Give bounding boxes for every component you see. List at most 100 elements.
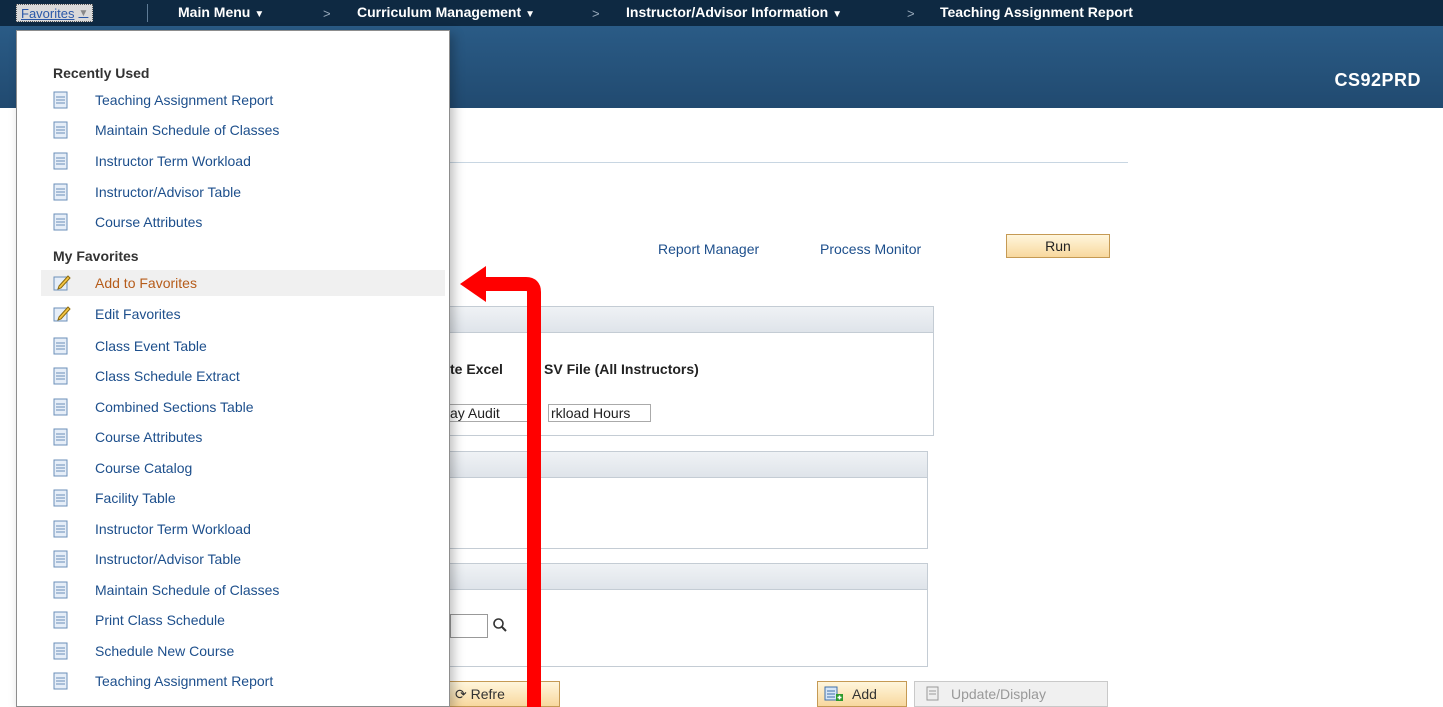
favorites-label[interactable]: Favorites xyxy=(21,6,74,21)
favorite-item-label[interactable]: Class Schedule Extract xyxy=(95,368,240,384)
nav-divider xyxy=(147,4,148,22)
favorite-item[interactable]: Facility Table xyxy=(41,485,445,511)
update-display-label: Update/Display xyxy=(951,686,1046,702)
refresh-label: Refre xyxy=(470,686,505,702)
favorite-item[interactable]: Course Catalog xyxy=(41,455,445,481)
divider xyxy=(450,162,1128,163)
recent-item[interactable]: Instructor Term Workload xyxy=(41,148,445,174)
favorite-item-label[interactable]: Print Class Schedule xyxy=(95,612,225,628)
audit-checkbox-label-2[interactable]: rkload Hours xyxy=(548,404,651,422)
report-manager-link[interactable]: Report Manager xyxy=(658,241,759,257)
favorite-item-label[interactable]: Course Attributes xyxy=(95,429,202,445)
breadcrumb-instructor-info-label[interactable]: Instructor/Advisor Information xyxy=(626,4,828,20)
pencil-icon xyxy=(53,305,71,323)
page-icon xyxy=(53,367,69,385)
favorite-item-label[interactable]: Class Event Table xyxy=(95,338,207,354)
breadcrumb-curriculum-label[interactable]: Curriculum Management xyxy=(357,4,521,20)
recent-item-label[interactable]: Course Attributes xyxy=(95,214,202,230)
favorite-item[interactable]: Class Event Table xyxy=(41,333,445,359)
favorite-item[interactable]: Combined Sections Table xyxy=(41,394,445,420)
breadcrumb-curriculum[interactable]: Curriculum Management ▼ xyxy=(357,4,535,20)
favorite-item[interactable]: Course Attributes xyxy=(41,424,445,450)
recent-item-label[interactable]: Maintain Schedule of Classes xyxy=(95,122,279,138)
page-icon xyxy=(53,489,69,507)
page-icon xyxy=(53,581,69,599)
page-icon xyxy=(53,121,69,139)
update-display-button[interactable]: Update/Display xyxy=(914,681,1108,707)
add-to-favorites-item[interactable]: Add to Favorites xyxy=(41,270,445,296)
refresh-icon: ⟳ xyxy=(455,686,467,702)
main-menu[interactable]: Main Menu ▼ xyxy=(178,4,264,20)
chevron-down-icon[interactable]: ▼ xyxy=(78,8,88,19)
recent-item-label[interactable]: Instructor/Advisor Table xyxy=(95,184,241,200)
chevron-down-icon[interactable]: ▼ xyxy=(832,9,842,20)
favorite-item[interactable]: Class Schedule Extract xyxy=(41,363,445,389)
top-nav-bar: Favorites ▼ Main Menu ▼ > Curriculum Mana… xyxy=(0,0,1443,26)
run-button[interactable]: Run xyxy=(1006,234,1110,258)
page-icon xyxy=(53,642,69,660)
favorite-item-label[interactable]: Schedule New Course xyxy=(95,643,234,659)
recent-item[interactable]: Course Attributes xyxy=(41,209,445,235)
recent-item[interactable]: Maintain Schedule of Classes xyxy=(41,117,445,143)
favorite-item[interactable]: Schedule New Course xyxy=(41,638,445,664)
favorite-item-label[interactable]: Course Catalog xyxy=(95,460,192,476)
page-icon xyxy=(53,337,69,355)
recent-item-label[interactable]: Teaching Assignment Report xyxy=(95,92,273,108)
lookup-input[interactable] xyxy=(450,614,488,638)
recent-item[interactable]: Teaching Assignment Report xyxy=(41,87,445,113)
breadcrumb-instructor-info[interactable]: Instructor/Advisor Information ▼ xyxy=(626,4,842,20)
pencil-icon xyxy=(53,274,71,292)
process-monitor-link[interactable]: Process Monitor xyxy=(820,241,921,257)
search-panel xyxy=(440,563,928,667)
page-icon xyxy=(53,611,69,629)
my-favorites-heading: My Favorites xyxy=(53,248,139,264)
update-icon xyxy=(926,686,939,701)
breadcrumb-arrow-icon: > xyxy=(592,6,600,21)
panel-header xyxy=(441,564,927,590)
chevron-down-icon[interactable]: ▼ xyxy=(525,9,535,20)
audit-checkbox-label[interactable]: ay Audit xyxy=(447,404,537,422)
breadcrumb-arrow-icon: > xyxy=(323,6,331,21)
refresh-button[interactable]: ⟳ Refre xyxy=(442,681,560,707)
add-label: Add xyxy=(852,686,877,702)
favorite-item[interactable]: Teaching Assignment Report xyxy=(41,668,445,694)
favorite-item[interactable]: Print Class Schedule xyxy=(41,607,445,633)
favorite-item-label[interactable]: Maintain Schedule of Classes xyxy=(95,582,279,598)
panel-header xyxy=(441,307,933,333)
recently-used-heading: Recently Used xyxy=(53,65,150,81)
favorite-item-label[interactable]: Facility Table xyxy=(95,490,176,506)
main-menu-label[interactable]: Main Menu xyxy=(178,4,250,20)
panel-header xyxy=(441,452,927,478)
page-icon xyxy=(53,398,69,416)
recent-item[interactable]: Instructor/Advisor Table xyxy=(41,179,445,205)
add-button[interactable]: Add xyxy=(817,681,907,707)
favorite-item-label[interactable]: Combined Sections Table xyxy=(95,399,254,415)
favorite-item-label[interactable]: Teaching Assignment Report xyxy=(95,673,273,689)
favorite-item-label[interactable]: Instructor Term Workload xyxy=(95,521,251,537)
add-to-favorites-label[interactable]: Add to Favorites xyxy=(95,275,197,291)
recent-item-label[interactable]: Instructor Term Workload xyxy=(95,153,251,169)
page-icon xyxy=(53,550,69,568)
breadcrumb-current-page: Teaching Assignment Report xyxy=(940,4,1133,20)
breadcrumb-arrow-icon: > xyxy=(907,6,915,21)
output-option-text-2: SV File (All Instructors) xyxy=(544,361,699,377)
page-icon xyxy=(53,428,69,446)
parameters-panel xyxy=(440,451,928,549)
favorite-item[interactable]: Instructor/Advisor Table xyxy=(41,546,445,572)
page-icon xyxy=(53,213,69,231)
output-option-text: te Excel xyxy=(450,361,503,377)
page-icon xyxy=(53,152,69,170)
edit-favorites-label[interactable]: Edit Favorites xyxy=(95,306,181,322)
magnifier-icon[interactable] xyxy=(492,617,508,637)
favorites-dropdown: Recently Used Teaching Assignment Report… xyxy=(16,30,450,707)
chevron-down-icon[interactable]: ▼ xyxy=(254,9,264,20)
page-icon xyxy=(53,672,69,690)
favorite-item-label[interactable]: Instructor/Advisor Table xyxy=(95,551,241,567)
edit-favorites-item[interactable]: Edit Favorites xyxy=(41,301,445,327)
page-icon xyxy=(53,183,69,201)
favorite-item[interactable]: Instructor Term Workload xyxy=(41,516,445,542)
page-icon xyxy=(53,91,69,109)
favorite-item[interactable]: Maintain Schedule of Classes xyxy=(41,577,445,603)
page-icon xyxy=(53,459,69,477)
favorites-menu[interactable]: Favorites ▼ xyxy=(16,4,94,22)
